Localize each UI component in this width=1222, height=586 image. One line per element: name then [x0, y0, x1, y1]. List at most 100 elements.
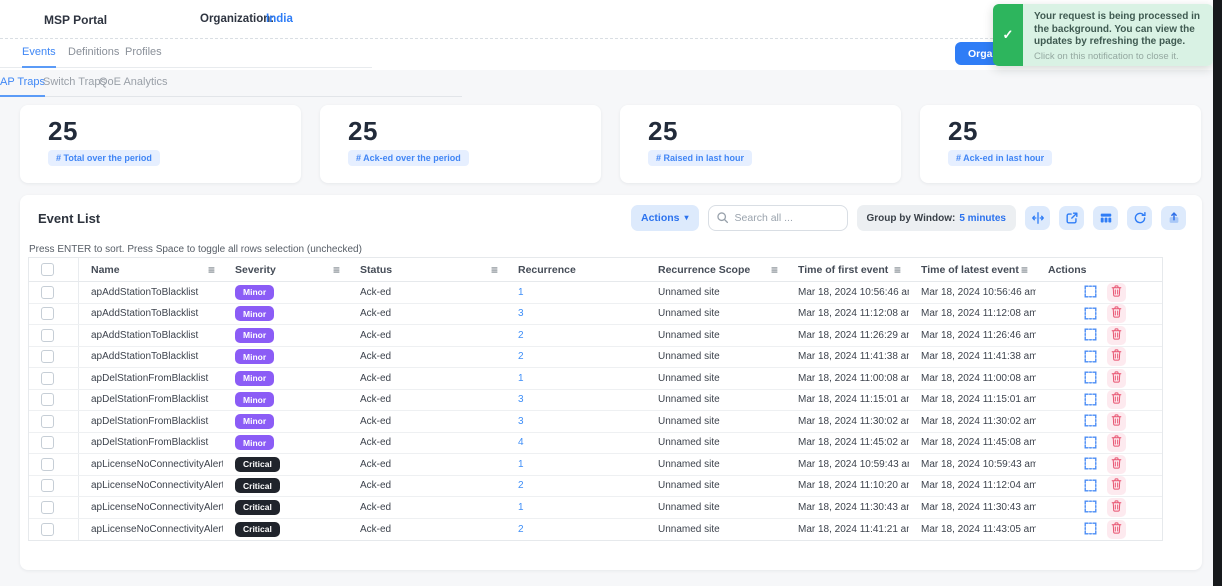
- table-columns-button[interactable]: [1093, 206, 1118, 230]
- actions-dropdown-button[interactable]: Actions ▾: [631, 205, 699, 231]
- column-label: Time of first event: [798, 264, 888, 276]
- row-checkbox[interactable]: [41, 415, 54, 428]
- trash-icon: [1111, 522, 1122, 537]
- column-menu-icon[interactable]: ≡: [333, 264, 340, 276]
- actions-cell: [1036, 412, 1164, 431]
- group-by-window-control[interactable]: Group by Window: 5 minutes: [857, 205, 1016, 231]
- row-checkbox[interactable]: [41, 501, 54, 514]
- refresh-button[interactable]: [1127, 206, 1152, 230]
- column-menu-icon[interactable]: ≡: [894, 264, 901, 276]
- actions-cell: [1036, 390, 1164, 409]
- column-header-first-event[interactable]: Time of first event ≡: [786, 264, 909, 276]
- expand-row-button[interactable]: [1084, 350, 1098, 364]
- column-header-name[interactable]: Name ≡: [79, 264, 223, 276]
- expand-row-button[interactable]: [1084, 393, 1098, 407]
- recurrence-scope-cell: Unnamed site: [646, 524, 786, 535]
- delete-row-button[interactable]: [1107, 326, 1126, 345]
- subtab-ap-traps[interactable]: AP Traps: [0, 76, 45, 97]
- recurrence-link[interactable]: 2: [518, 480, 524, 491]
- toast-notification[interactable]: ✓ Your request is being processed in the…: [993, 4, 1213, 66]
- recurrence-scope-cell: Unnamed site: [646, 437, 786, 448]
- tab-definitions[interactable]: Definitions: [68, 46, 119, 66]
- subtab-switch-traps[interactable]: Switch Traps: [43, 76, 106, 95]
- status-cell: Ack-ed: [348, 308, 506, 319]
- delete-row-button[interactable]: [1107, 347, 1126, 366]
- row-checkbox[interactable]: [41, 350, 54, 363]
- event-name-cell: apDelStationFromBlacklist: [79, 394, 223, 405]
- row-checkbox[interactable]: [41, 372, 54, 385]
- row-checkbox-cell: [29, 390, 79, 411]
- tab-events[interactable]: Events: [22, 46, 56, 68]
- row-checkbox[interactable]: [41, 458, 54, 471]
- recurrence-link[interactable]: 3: [518, 394, 524, 405]
- expand-row-button[interactable]: [1084, 414, 1098, 428]
- delete-row-button[interactable]: [1107, 390, 1126, 409]
- column-header-recurrence[interactable]: Recurrence: [506, 264, 646, 276]
- expand-row-button[interactable]: [1084, 479, 1098, 493]
- stat-label-badge: # Raised in last hour: [648, 150, 752, 166]
- delete-row-button[interactable]: [1107, 304, 1126, 323]
- event-name-cell: apLicenseNoConnectivityAlert: [79, 480, 223, 491]
- delete-row-button[interactable]: [1107, 476, 1126, 495]
- expand-icon: [1084, 479, 1097, 493]
- recurrence-link[interactable]: 1: [518, 287, 524, 298]
- tab-profiles[interactable]: Profiles: [125, 46, 162, 66]
- delete-row-button[interactable]: [1107, 455, 1126, 474]
- resize-columns-button[interactable]: [1025, 206, 1050, 230]
- recurrence-link[interactable]: 2: [518, 524, 524, 535]
- column-header-severity[interactable]: Severity ≡: [223, 264, 348, 276]
- latest-event-time-cell: Mar 18, 2024 11:00:08 am: [909, 373, 1036, 384]
- recurrence-link[interactable]: 2: [518, 351, 524, 362]
- delete-row-button[interactable]: [1107, 283, 1126, 302]
- row-checkbox[interactable]: [41, 393, 54, 406]
- row-checkbox[interactable]: [41, 307, 54, 320]
- trash-icon: [1111, 285, 1122, 300]
- recurrence-link[interactable]: 2: [518, 330, 524, 341]
- expand-icon: [1084, 436, 1097, 450]
- row-checkbox[interactable]: [41, 479, 54, 492]
- upload-button[interactable]: [1161, 206, 1186, 230]
- recurrence-link[interactable]: 3: [518, 416, 524, 427]
- search-input[interactable]: [708, 205, 848, 231]
- row-checkbox[interactable]: [41, 286, 54, 299]
- recurrence-link[interactable]: 1: [518, 459, 524, 470]
- recurrence-link[interactable]: 1: [518, 502, 524, 513]
- row-checkbox[interactable]: [41, 329, 54, 342]
- recurrence-cell: 4: [506, 437, 646, 448]
- delete-row-button[interactable]: [1107, 412, 1126, 431]
- row-checkbox[interactable]: [41, 523, 54, 536]
- recurrence-link[interactable]: 3: [518, 308, 524, 319]
- expand-row-button[interactable]: [1084, 500, 1098, 514]
- column-menu-icon[interactable]: ≡: [208, 264, 215, 276]
- select-all-checkbox[interactable]: [41, 263, 54, 276]
- search-wrap: [708, 205, 848, 231]
- expand-row-button[interactable]: [1084, 522, 1098, 536]
- delete-row-button[interactable]: [1107, 520, 1126, 539]
- row-checkbox[interactable]: [41, 436, 54, 449]
- organization-value-link[interactable]: India: [266, 13, 293, 25]
- expand-row-button[interactable]: [1084, 436, 1098, 450]
- status-cell: Ack-ed: [348, 502, 506, 513]
- edit-export-button[interactable]: [1059, 206, 1084, 230]
- subtab-qoe-analytics[interactable]: QoE Analytics: [99, 76, 167, 95]
- expand-row-button[interactable]: [1084, 328, 1098, 342]
- table-row: apLicenseNoConnectivityAlertCriticalAck-…: [29, 454, 1162, 476]
- expand-row-button[interactable]: [1084, 457, 1098, 471]
- event-name-cell: apAddStationToBlacklist: [79, 351, 223, 362]
- table-row: apAddStationToBlacklistMinorAck-ed1Unnam…: [29, 282, 1162, 304]
- column-menu-icon[interactable]: ≡: [491, 264, 498, 276]
- column-menu-icon[interactable]: ≡: [771, 264, 778, 276]
- delete-row-button[interactable]: [1107, 369, 1126, 388]
- column-header-latest-event[interactable]: Time of latest event ≡: [909, 264, 1036, 276]
- expand-row-button[interactable]: [1084, 285, 1098, 299]
- column-header-recurrence-scope[interactable]: Recurrence Scope ≡: [646, 264, 786, 276]
- column-header-status[interactable]: Status ≡: [348, 264, 506, 276]
- event-name-cell: apDelStationFromBlacklist: [79, 437, 223, 448]
- expand-row-button[interactable]: [1084, 371, 1098, 385]
- delete-row-button[interactable]: [1107, 433, 1126, 452]
- recurrence-link[interactable]: 4: [518, 437, 524, 448]
- delete-row-button[interactable]: [1107, 498, 1126, 517]
- column-menu-icon[interactable]: ≡: [1021, 264, 1028, 276]
- expand-row-button[interactable]: [1084, 307, 1098, 321]
- recurrence-link[interactable]: 1: [518, 373, 524, 384]
